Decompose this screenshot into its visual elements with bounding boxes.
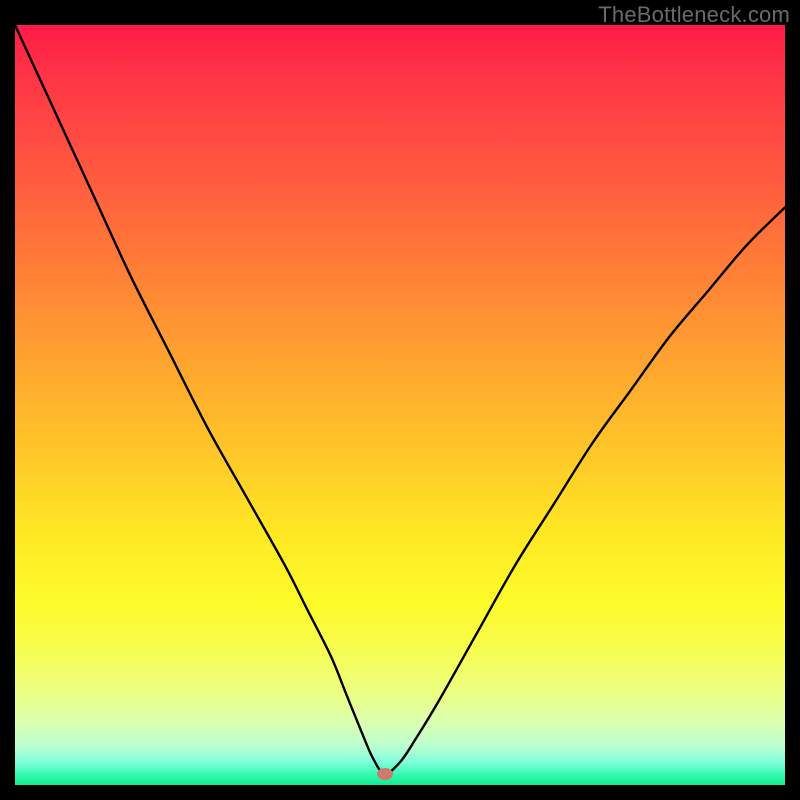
- optimal-point-marker: [377, 768, 393, 780]
- curve-layer: [15, 25, 785, 785]
- chart-frame: TheBottleneck.com: [0, 0, 800, 800]
- plot-area: [15, 25, 785, 785]
- watermark-text: TheBottleneck.com: [598, 2, 790, 28]
- bottleneck-curve: [15, 25, 785, 774]
